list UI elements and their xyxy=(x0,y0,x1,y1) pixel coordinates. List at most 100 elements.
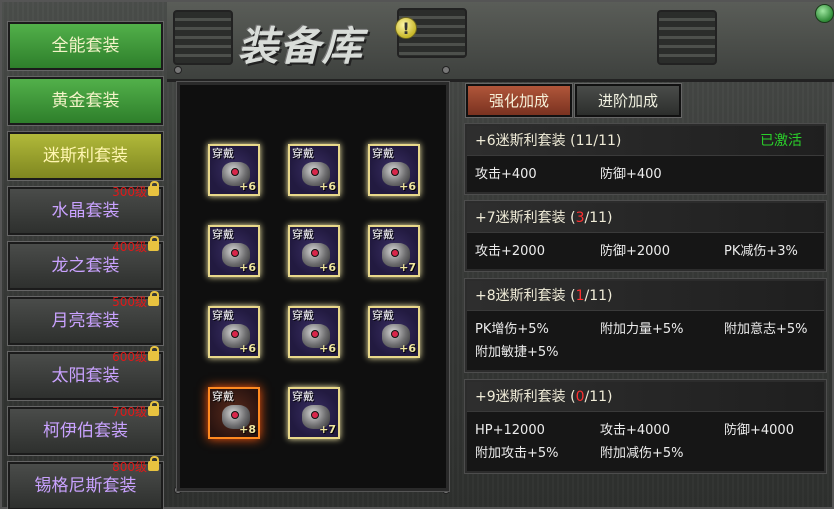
stat-value: 防御+400 xyxy=(600,167,662,182)
tab-enhance-bonus[interactable]: 强化加成 xyxy=(465,83,573,118)
gem-icon xyxy=(311,249,319,257)
sidebar-item-label: 柯伊伯套装 xyxy=(43,421,128,441)
stat-value: 附加攻击+5% xyxy=(475,446,559,461)
gem-icon xyxy=(391,168,399,176)
stat-value: 防御+2000 xyxy=(600,244,670,259)
gem-icon xyxy=(311,411,319,419)
gem-icon xyxy=(231,168,239,176)
bonus-card: +7迷斯利套装 (3/11) 攻击+2000 防御+2000 PK减伤+3% xyxy=(464,200,827,272)
sidebar-item-cygnus-set[interactable]: 800级 锡格尼斯套装 xyxy=(7,456,164,509)
bonus-progress: 11 xyxy=(575,133,594,149)
unlock-level-label: 700级 xyxy=(112,405,147,419)
stat-value: 附加减伤+5% xyxy=(600,446,684,461)
sidebar-item-label: 迷斯利套装 xyxy=(43,146,128,166)
bonus-title: +7迷斯利套装 (3/11) xyxy=(467,203,824,233)
sidebar-item-misili-set[interactable]: 迷斯利套装 xyxy=(7,131,164,181)
stat-value: 附加力量+5% xyxy=(600,322,684,337)
bonus-stats: 攻击+2000 防御+2000 PK减伤+3% xyxy=(467,233,824,259)
enhance-level: +6 xyxy=(399,180,416,193)
stat-value: 攻击+400 xyxy=(475,167,537,182)
wear-tag: 穿戴 xyxy=(372,147,394,160)
equipment-slot[interactable]: 穿戴 +8 xyxy=(208,387,260,439)
sidebar-item-label: 黄金套装 xyxy=(51,91,120,111)
wear-tag: 穿戴 xyxy=(292,390,314,403)
sidebar-item-label: 水晶套装 xyxy=(51,201,120,221)
enhance-level: +7 xyxy=(319,423,336,436)
wear-tag: 穿戴 xyxy=(212,390,234,403)
bonus-card: +6迷斯利套装 (11/11) 已激活 攻击+400 防御+400 xyxy=(464,123,827,195)
gem-icon xyxy=(231,330,239,338)
bonus-title: +8迷斯利套装 (1/11) xyxy=(467,281,824,311)
enhance-level: +6 xyxy=(239,180,256,193)
sidebar-item-crystal-set[interactable]: 300级 水晶套装 xyxy=(7,181,164,236)
equipment-slot[interactable]: 穿戴 +6 xyxy=(368,144,420,196)
equipment-slot[interactable]: 穿戴 +6 xyxy=(288,144,340,196)
stat-value: 防御+4000 xyxy=(724,423,794,438)
bonus-card: +8迷斯利套装 (1/11) PK增伤+5% 附加力量+5% 附加意志+5% 附… xyxy=(464,278,827,373)
sidebar-item-label: 全能套装 xyxy=(51,36,120,56)
enhance-level: +6 xyxy=(319,261,336,274)
wear-tag: 穿戴 xyxy=(372,228,394,241)
bonus-title-suffix: /11) xyxy=(584,210,613,226)
sidebar-item-label: 龙之套装 xyxy=(51,256,120,276)
sidebar-item-kuiper-set[interactable]: 700级 柯伊伯套装 xyxy=(7,401,164,456)
equipment-slot[interactable]: 穿戴 +6 xyxy=(208,306,260,358)
sidebar-item-all-round-set[interactable]: 全能套装 xyxy=(7,21,164,71)
info-icon[interactable]: ! xyxy=(395,17,417,39)
equipment-slot[interactable]: 穿戴 +7 xyxy=(368,225,420,277)
gem-icon xyxy=(231,411,239,419)
bonus-list: +6迷斯利套装 (11/11) 已激活 攻击+400 防御+400 +7迷斯利套… xyxy=(464,123,827,474)
gem-icon xyxy=(391,330,399,338)
enhance-level: +6 xyxy=(319,180,336,193)
vent-decoration xyxy=(173,10,233,65)
sidebar-item-moon-set[interactable]: 500级 月亮套装 xyxy=(7,291,164,346)
wear-tag: 穿戴 xyxy=(212,309,234,322)
bonus-title-suffix: /11) xyxy=(584,389,613,405)
lock-icon xyxy=(148,181,159,196)
wear-tag: 穿戴 xyxy=(292,309,314,322)
gem-icon xyxy=(311,168,319,176)
vent-decoration xyxy=(657,10,717,65)
lock-icon xyxy=(148,346,159,361)
bonus-stats: 攻击+400 防御+400 xyxy=(467,156,824,182)
sidebar-item-label: 月亮套装 xyxy=(51,311,120,331)
bolt-decoration xyxy=(174,66,182,74)
stat-value: PK增伤+5% xyxy=(475,322,549,337)
gem-icon xyxy=(231,249,239,257)
stat-value: 附加敏捷+5% xyxy=(475,345,559,360)
equipment-slot[interactable]: 穿戴 +6 xyxy=(368,306,420,358)
bonus-title-text: +7迷斯利套装 ( xyxy=(475,210,576,226)
sidebar-item-dragon-set[interactable]: 400级 龙之套装 xyxy=(7,236,164,291)
sidebar-item-label: 太阳套装 xyxy=(51,366,120,386)
enhance-level: +7 xyxy=(399,261,416,274)
tab-advance-bonus[interactable]: 进阶加成 xyxy=(574,83,682,118)
equipment-slot[interactable]: 穿戴 +7 xyxy=(288,387,340,439)
bonus-title-text: +8迷斯利套装 ( xyxy=(475,288,576,304)
sidebar-item-gold-set[interactable]: 黄金套装 xyxy=(7,76,164,126)
lock-icon xyxy=(148,291,159,306)
equipment-slot[interactable]: 穿戴 +6 xyxy=(288,306,340,358)
equipment-slot[interactable]: 穿戴 +6 xyxy=(208,144,260,196)
bonus-title-suffix: /11) xyxy=(593,133,622,149)
equipment-window: 装备库 ! 全能套装 黄金套装 迷斯利套装 300级 水晶套装 400级 龙之套… xyxy=(0,0,834,509)
set-sidebar: 全能套装 黄金套装 迷斯利套装 300级 水晶套装 400级 龙之套装 500级… xyxy=(7,20,164,509)
wear-tag: 穿戴 xyxy=(292,147,314,160)
wear-tag: 穿戴 xyxy=(212,147,234,160)
close-icon[interactable] xyxy=(815,4,834,23)
unlock-level-label: 800级 xyxy=(112,460,147,474)
bonus-title: +9迷斯利套装 (0/11) xyxy=(467,382,824,412)
wear-tag: 穿戴 xyxy=(292,228,314,241)
bonus-title-text: +6迷斯利套装 ( xyxy=(475,133,576,149)
equipment-panel: 穿戴 +6 穿戴 +6 穿戴 +6 穿戴 +6 穿戴 +6 穿戴 +7 穿戴 +… xyxy=(176,81,450,492)
equipment-slot[interactable]: 穿戴 +6 xyxy=(208,225,260,277)
sidebar-item-sun-set[interactable]: 600级 太阳套装 xyxy=(7,346,164,401)
unlock-level-label: 300级 xyxy=(112,185,147,199)
unlock-level-label: 400级 xyxy=(112,240,147,254)
equipment-slot[interactable]: 穿戴 +6 xyxy=(288,225,340,277)
bonus-stats: HP+12000 攻击+4000 防御+4000 附加攻击+5% 附加减伤+5% xyxy=(467,412,824,461)
stat-value: HP+12000 xyxy=(475,423,545,438)
sidebar-item-label: 锡格尼斯套装 xyxy=(34,476,137,496)
enhance-level: +6 xyxy=(239,261,256,274)
stat-value: 攻击+4000 xyxy=(600,423,670,438)
window-title: 装备库 xyxy=(238,24,364,70)
